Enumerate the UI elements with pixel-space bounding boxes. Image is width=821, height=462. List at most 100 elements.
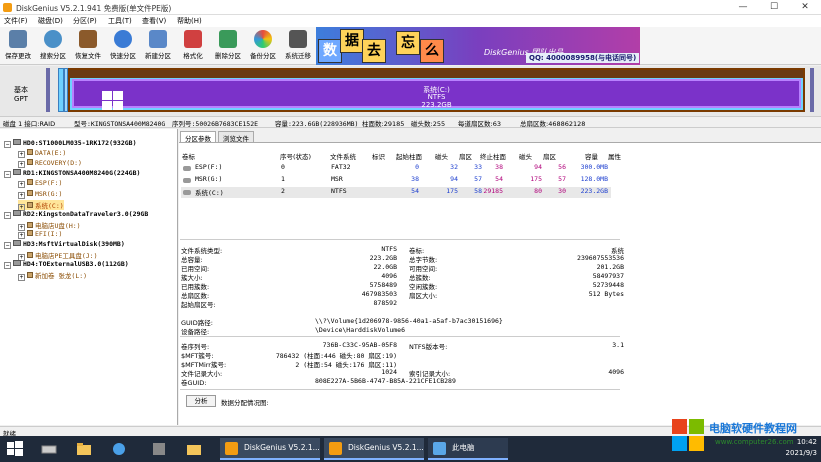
site-watermark: 电脑软硬件教程网 www.computer26.com	[667, 416, 821, 462]
ntfs-label: 卷GUID:	[181, 379, 207, 387]
close-button[interactable]: ✕	[791, 1, 819, 14]
title-bar: DiskGenius V5.2.1.941 免费版(单文件PE版) — ☐ ✕	[0, 0, 821, 15]
partition-row[interactable]: 系统(C:) 2 NTFS 54 175 58 29185 80 30 223.2GB	[181, 187, 611, 198]
expand-icon[interactable]: +	[18, 151, 25, 159]
menu-help[interactable]: 帮助(H)	[177, 16, 202, 26]
new-partition-button[interactable]: 新建分区	[140, 30, 176, 64]
ad-banner[interactable]: 数 据 去 忘 么 DiskGenius 团队出品 QQ: 4000089958…	[316, 27, 640, 65]
menu-view[interactable]: 查看(V)	[142, 16, 166, 26]
collapse-icon[interactable]: −	[4, 141, 11, 148]
tree-partition-item[interactable]: + 系统(C:)	[18, 199, 64, 211]
ntfs-value: 736B-C33C-95AB-05F8	[322, 341, 397, 349]
tree-disk-item[interactable]: − HD0:ST1000LM035-1RK172(932GB)	[4, 139, 137, 149]
table-cell: 128.0MB	[580, 175, 608, 183]
quick-partition-button[interactable]: 快速分区	[105, 30, 141, 64]
expand-icon[interactable]: +	[18, 231, 25, 239]
taskbar-diskgenius-2[interactable]: DiskGenius V5.2.1...	[324, 438, 424, 460]
column-header[interactable]: 扇区	[459, 151, 472, 161]
tree-disk-item[interactable]: − RD2:KingstonDataTraveler3.0(29GB	[4, 209, 148, 220]
column-header[interactable]: 容量	[585, 151, 598, 161]
tab-browse-files[interactable]: 浏览文件	[218, 131, 254, 143]
table-cell: ESP(F:)	[195, 163, 223, 171]
table-cell: MSR	[331, 175, 343, 183]
disk-interface: 磁盘 1 接口:RAID	[3, 120, 56, 128]
start-button-icon[interactable]	[6, 440, 24, 458]
column-header[interactable]: 磁头	[435, 151, 448, 161]
expand-icon[interactable]: +	[18, 274, 25, 282]
tree-disk-item[interactable]: − RD1:KINGSTONSA400M8240G(224GB)	[4, 169, 140, 179]
prev-disk-arrow[interactable]	[46, 68, 50, 112]
taskbar-this-pc[interactable]: 此电脑	[428, 438, 508, 460]
fs-value: 4096	[381, 272, 397, 280]
explorer-icon[interactable]	[185, 440, 203, 458]
column-header[interactable]: 起始柱面	[396, 151, 422, 161]
column-header[interactable]: 扇区	[543, 151, 556, 161]
recover-files-button[interactable]: 恢复文件	[70, 30, 106, 64]
folder-icon[interactable]	[75, 440, 93, 458]
save-changes-button[interactable]: 保存更改	[0, 30, 36, 64]
tree-partition-item[interactable]: + 新加卷 张龙(L:)	[18, 270, 87, 282]
menu-file[interactable]: 文件(F)	[4, 16, 28, 26]
column-header[interactable]: 标识	[372, 151, 385, 161]
taskbar-diskgenius-1[interactable]: DiskGenius V5.2.1...	[220, 438, 320, 460]
tree-partition-item[interactable]: + ESP(F:)	[18, 179, 62, 189]
column-header[interactable]: 卷标	[182, 151, 195, 161]
maximize-button[interactable]: ☐	[760, 1, 788, 14]
column-header[interactable]: 终止柱面	[480, 151, 506, 161]
partition-row[interactable]: ESP(F:) 0 FAT32 0 32 33 38 94 56 300.0MB	[181, 163, 611, 174]
expand-icon[interactable]: +	[18, 191, 25, 199]
app-icon	[3, 3, 12, 12]
table-cell: 38	[411, 175, 419, 183]
expand-icon[interactable]: +	[18, 161, 25, 169]
data-allocation-label: 数据分配情况图:	[221, 399, 269, 407]
ad-block: 么	[420, 39, 444, 63]
tree-partition-item[interactable]: + 电脑店PE工具盘(J:)	[18, 250, 97, 262]
tree-partition-item[interactable]: + MSR(G:)	[18, 189, 62, 200]
column-header[interactable]: 磁头	[519, 151, 532, 161]
app-icon-taskbar[interactable]	[110, 440, 128, 458]
column-header[interactable]: 序号(状态)	[280, 151, 311, 161]
delete-partition-button[interactable]: 删除分区	[210, 30, 246, 64]
tree-label: EFI(I:)	[35, 229, 63, 238]
new-partition-icon	[149, 30, 167, 48]
system-migration-button[interactable]: 系统迁移	[280, 30, 316, 64]
partition-icon	[27, 252, 33, 259]
table-cell: 32	[450, 163, 458, 171]
partition-row-icon	[183, 190, 191, 195]
minimize-button[interactable]: —	[729, 1, 757, 14]
menu-disk[interactable]: 磁盘(D)	[38, 16, 63, 26]
save-icon	[9, 30, 27, 48]
collapse-icon[interactable]: −	[4, 242, 11, 249]
analyze-button[interactable]: 分析	[186, 395, 216, 407]
collapse-icon[interactable]: −	[4, 171, 11, 179]
menu-tools[interactable]: 工具(T)	[108, 16, 132, 26]
tool-icon[interactable]	[150, 440, 168, 458]
tree-partition-item[interactable]: + RECOVERY(D:)	[18, 159, 82, 169]
collapse-icon[interactable]: −	[4, 262, 11, 270]
fs-value: 239607553536	[577, 254, 624, 262]
tab-partition-params[interactable]: 分区参数	[180, 131, 216, 143]
drive-icon[interactable]	[40, 440, 58, 458]
tree-disk-item[interactable]: − HD3:MsftVirtualDisk(390MB)	[4, 240, 125, 250]
partition-row[interactable]: MSR(G:) 1 MSR 38 94 57 54 175 57 128.0MB	[181, 175, 611, 186]
search-partition-button[interactable]: 搜索分区	[35, 30, 71, 64]
tree-partition-item[interactable]: + EFI(I:)	[18, 229, 63, 240]
format-button[interactable]: 格式化	[175, 30, 211, 64]
table-cell: 175	[530, 175, 542, 183]
tree-disk-item[interactable]: − HD4:TOExternalUSB3.0(112GB)	[4, 260, 129, 270]
expand-icon[interactable]: +	[18, 181, 25, 189]
column-header[interactable]: 属性	[608, 151, 621, 161]
disk-icon	[13, 139, 21, 145]
disk-serial: 序列号:50026B7683CE152E	[172, 120, 259, 128]
tree-partition-item[interactable]: + 电脑店U盘(H:)	[18, 220, 81, 231]
column-header[interactable]: 文件系统	[330, 151, 356, 161]
tree-partition-item[interactable]: + DATA(E:)	[18, 149, 66, 159]
menu-partition[interactable]: 分区(P)	[73, 16, 97, 26]
collapse-icon[interactable]: −	[4, 211, 11, 219]
table-cell: 94	[450, 175, 458, 183]
disk-heads: 磁头数:255	[411, 120, 446, 128]
system-partition-block[interactable]: 系统(C:) NTFS 223.2GB	[68, 68, 805, 112]
backup-partition-button[interactable]: 备份分区	[245, 30, 281, 64]
next-disk-arrow[interactable]	[810, 68, 814, 112]
ad-block: 忘	[396, 31, 420, 55]
